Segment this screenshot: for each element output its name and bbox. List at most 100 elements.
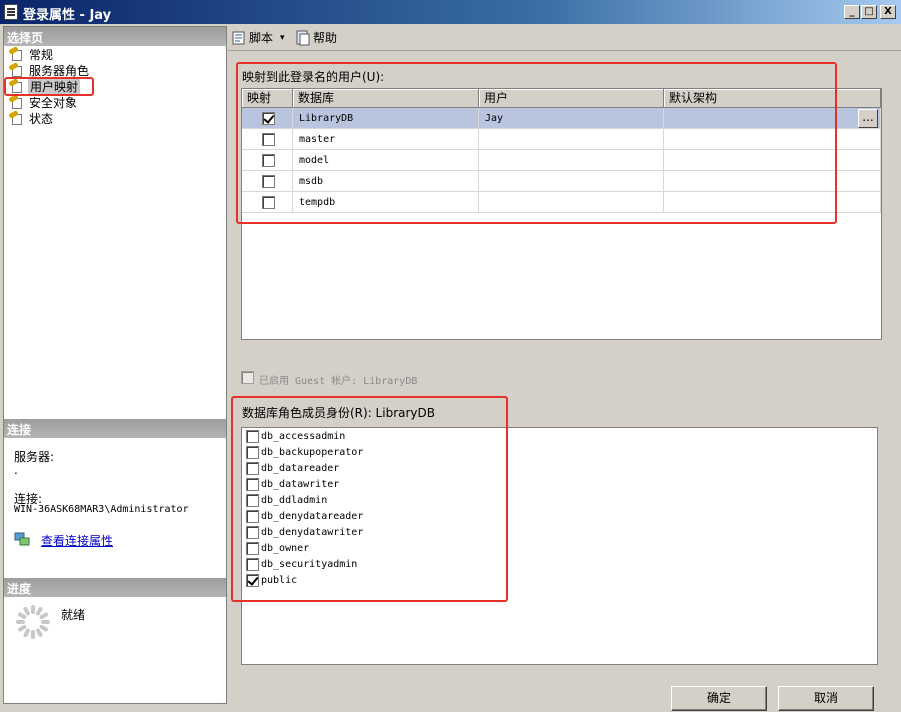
role-label: db_datawriter: [261, 479, 340, 490]
role-checkbox[interactable]: [246, 510, 259, 523]
browse-schema-button[interactable]: ...: [858, 109, 878, 128]
list-item[interactable]: db_backupoperator: [245, 445, 545, 461]
app-icon: [4, 4, 18, 20]
close-button[interactable]: X: [880, 5, 896, 19]
col-header-database[interactable]: 数据库: [293, 89, 479, 108]
role-checkbox[interactable]: [246, 558, 259, 571]
progress-header: 进度: [4, 578, 226, 597]
table-row[interactable]: model: [242, 150, 881, 171]
user-mapping-grid: 映射 数据库 用户 默认架构 LibraryDB Jay ... master …: [241, 88, 882, 340]
mapped-checkbox[interactable]: [262, 196, 275, 209]
list-item[interactable]: db_ddladmin: [245, 493, 545, 509]
nav-item-label: 常规: [29, 48, 54, 62]
page-wrench-icon: [8, 78, 25, 94]
col-header-map[interactable]: 映射: [242, 89, 293, 108]
roles-group-label: 数据库角色成员身份(R): LibraryDB: [242, 406, 435, 420]
page-wrench-icon: [8, 62, 25, 78]
table-row[interactable]: tempdb: [242, 192, 881, 213]
mapped-checkbox[interactable]: [262, 154, 275, 167]
cancel-button[interactable]: 取消: [778, 686, 874, 711]
list-item[interactable]: db_owner: [245, 541, 545, 557]
progress-spinner-icon: [16, 605, 50, 639]
nav-item-label: 服务器角色: [29, 64, 90, 78]
table-row[interactable]: msdb: [242, 171, 881, 192]
list-item[interactable]: db_securityadmin: [245, 557, 545, 573]
view-connection-properties-link[interactable]: 查看连接属性: [41, 532, 113, 549]
user-cell[interactable]: Jay: [479, 108, 664, 129]
minimize-button[interactable]: _: [844, 5, 860, 19]
script-icon: [231, 30, 247, 46]
col-header-user[interactable]: 用户: [479, 89, 664, 108]
role-label: db_securityadmin: [261, 559, 358, 570]
mapped-checkbox[interactable]: [262, 133, 275, 146]
list-item[interactable]: db_datareader: [245, 461, 545, 477]
list-item[interactable]: public: [245, 573, 545, 589]
toolbar: 脚本 ▾ 帮助: [228, 26, 901, 50]
role-membership-list: db_accessadmin db_backupoperator db_data…: [241, 427, 878, 665]
nav-item-general[interactable]: 常规: [8, 46, 208, 63]
connection-value: WIN-36ASK68MAR3\Administrator: [14, 504, 189, 515]
schema-cell[interactable]: [664, 150, 881, 171]
nav-item-securables[interactable]: 安全对象: [8, 94, 208, 111]
script-button[interactable]: 脚本: [249, 29, 273, 47]
role-checkbox[interactable]: [246, 430, 259, 443]
window-title: 登录属性 - Jay: [23, 8, 112, 23]
database-cell: tempdb: [293, 192, 479, 213]
schema-cell[interactable]: [664, 129, 881, 150]
maximize-button[interactable]: □: [861, 5, 877, 19]
role-label: db_accessadmin: [261, 431, 346, 442]
role-checkbox[interactable]: [246, 446, 259, 459]
toolbar-divider: [228, 50, 901, 51]
role-checkbox[interactable]: [246, 462, 259, 475]
nav-item-server-roles[interactable]: 服务器角色: [8, 62, 208, 79]
mapped-checkbox[interactable]: [262, 112, 275, 125]
script-dropdown-icon[interactable]: ▾: [280, 29, 285, 47]
server-value: .: [14, 463, 18, 477]
role-label: public: [261, 575, 298, 586]
role-label: db_ddladmin: [261, 495, 328, 506]
left-pane: 选择页 常规 服务器角色 用户映射 安全对象 状态 连接 服务器: . 连接: …: [3, 26, 227, 704]
server-label: 服务器:: [14, 450, 55, 464]
mapping-group-label: 映射到此登录名的用户(U):: [242, 70, 385, 84]
nav-item-label: 状态: [29, 112, 54, 126]
list-item[interactable]: db_datawriter: [245, 477, 545, 493]
role-label: db_datareader: [261, 463, 340, 474]
nav-item-label: 安全对象: [29, 96, 78, 110]
select-page-header: 选择页: [4, 27, 226, 46]
mapped-checkbox[interactable]: [262, 175, 275, 188]
nav-item-label: 用户映射: [28, 79, 81, 95]
nav-item-user-mapping[interactable]: 用户映射: [8, 78, 208, 95]
role-checkbox[interactable]: [246, 542, 259, 555]
progress-status: 就绪: [61, 608, 86, 622]
user-cell[interactable]: [479, 150, 664, 171]
page-wrench-icon: [8, 110, 25, 126]
col-header-default-schema[interactable]: 默认架构: [664, 89, 881, 108]
guest-enabled-label: 已启用 Guest 帐户: LibraryDB: [259, 376, 418, 387]
role-checkbox[interactable]: [246, 478, 259, 491]
database-cell: LibraryDB: [293, 108, 479, 129]
role-checkbox[interactable]: [246, 526, 259, 539]
list-item[interactable]: db_accessadmin: [245, 429, 545, 445]
database-cell: msdb: [293, 171, 479, 192]
database-cell: master: [293, 129, 479, 150]
user-cell[interactable]: [479, 171, 664, 192]
user-cell[interactable]: [479, 192, 664, 213]
connection-properties-icon: [14, 532, 30, 546]
role-label: db_denydatawriter: [261, 527, 364, 538]
user-cell[interactable]: [479, 129, 664, 150]
role-checkbox[interactable]: [246, 574, 259, 587]
role-checkbox[interactable]: [246, 494, 259, 507]
help-icon: [295, 30, 311, 46]
nav-item-status[interactable]: 状态: [8, 110, 208, 127]
help-button[interactable]: 帮助: [313, 29, 337, 47]
database-cell: model: [293, 150, 479, 171]
ok-button[interactable]: 确定: [671, 686, 767, 711]
page-wrench-icon: [8, 94, 25, 110]
list-item[interactable]: db_denydatareader: [245, 509, 545, 525]
schema-cell[interactable]: [664, 171, 881, 192]
list-item[interactable]: db_denydatawriter: [245, 525, 545, 541]
connection-header: 连接: [4, 419, 226, 438]
schema-cell[interactable]: [664, 192, 881, 213]
table-row[interactable]: master: [242, 129, 881, 150]
table-row[interactable]: LibraryDB Jay ...: [242, 108, 881, 129]
